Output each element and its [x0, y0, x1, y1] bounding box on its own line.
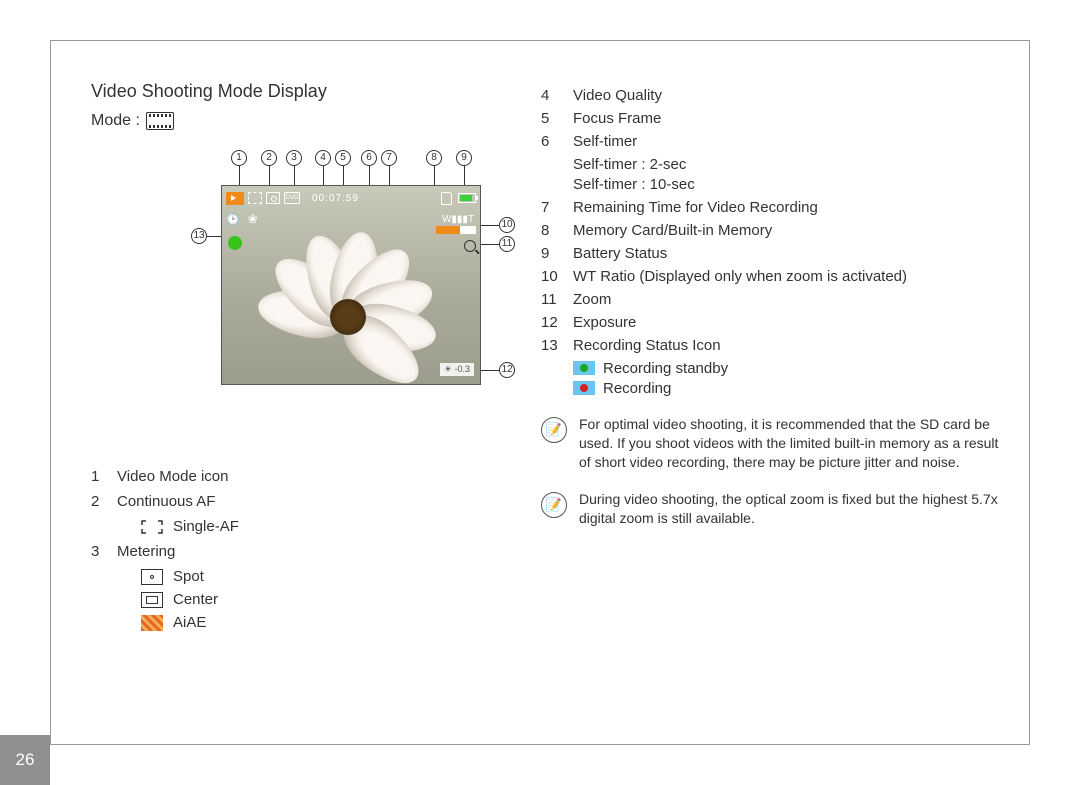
callout-4: 4 [315, 150, 331, 166]
legend-zoom: Zoom [573, 291, 611, 308]
callout-3: 3 [286, 150, 302, 166]
callout-11: 11 [499, 236, 515, 252]
recording-swatch [573, 381, 595, 395]
single-af-icon [141, 520, 163, 534]
legend-battery: Battery Status [573, 245, 667, 262]
legend-rec-status: Recording Status Icon [573, 337, 721, 354]
page-number: 26 [0, 735, 50, 785]
note-1-text: For optimal video shooting, it is recomm… [579, 415, 999, 472]
note-2-text: During video shooting, the optical zoom … [579, 490, 999, 528]
memory-card-icon [441, 192, 452, 205]
sample-photo [262, 221, 432, 371]
spot-metering-icon [141, 569, 163, 585]
self-timer-2sec: Self-timer : 2-sec [573, 156, 999, 173]
camera-screen: DVD 00:07:59 🕑 ❀ W▮▮▮T ☀ -0.3 [221, 185, 481, 385]
status-standby: Recording standby [603, 360, 728, 377]
callout-2: 2 [261, 150, 277, 166]
callout-6: 6 [361, 150, 377, 166]
left-legend: 1Video Mode icon 2Continuous AF Single-A… [91, 468, 481, 631]
self-timer-icon: 🕑 [226, 213, 240, 226]
display-diagram: 1 2 3 4 5 6 7 8 9 13 [91, 140, 471, 450]
callout-8: 8 [426, 150, 442, 166]
page-title: Video Shooting Mode Display [91, 81, 481, 102]
legend-center: Center [173, 591, 218, 608]
callout-5: 5 [335, 150, 351, 166]
wt-ratio-bar [436, 226, 476, 234]
movie-mode-icon [146, 112, 174, 130]
exposure-readout: ☀ -0.3 [440, 363, 474, 376]
self-timer-10sec: Self-timer : 10-sec [573, 176, 999, 193]
battery-icon [458, 193, 476, 203]
legend-wt-ratio: WT Ratio (Displayed only when zoom is ac… [573, 268, 907, 285]
left-column: Video Shooting Mode Display Mode : 1 2 3… [91, 81, 481, 637]
legend-remaining-time: Remaining Time for Video Recording [573, 199, 818, 216]
page-frame: Video Shooting Mode Display Mode : 1 2 3… [50, 40, 1030, 745]
standby-swatch [573, 361, 595, 375]
video-mode-icon [226, 192, 244, 205]
zoom-icon [464, 240, 476, 252]
recording-status-icon [228, 236, 242, 250]
aiae-metering-icon [141, 615, 163, 631]
video-quality-icon: DVD [284, 192, 300, 204]
legend-aiae: AiAE [173, 614, 206, 631]
legend-focus-frame: Focus Frame [573, 110, 661, 127]
legend-single-af: Single-AF [173, 518, 239, 535]
legend-metering: Metering [117, 543, 175, 560]
remaining-time: 00:07:59 [312, 193, 359, 204]
callout-9: 9 [456, 150, 472, 166]
callout-10: 10 [499, 217, 515, 233]
callout-12: 12 [499, 362, 515, 378]
callout-1: 1 [231, 150, 247, 166]
callout-13: 13 [191, 228, 207, 244]
legend-memory: Memory Card/Built-in Memory [573, 222, 772, 239]
status-recording: Recording [603, 380, 671, 397]
note-icon: 📝 [541, 417, 567, 443]
legend-video-mode: Video Mode icon [117, 468, 228, 485]
legend-continuous-af: Continuous AF [117, 493, 215, 510]
continuous-af-icon [248, 192, 262, 204]
focus-frame-icon: ❀ [248, 212, 258, 226]
legend-exposure: Exposure [573, 314, 636, 331]
center-metering-icon [141, 592, 163, 608]
note-zoom: 📝 During video shooting, the optical zoo… [541, 490, 999, 528]
legend-video-quality: Video Quality [573, 87, 662, 104]
legend-spot: Spot [173, 568, 204, 585]
right-column: 4Video Quality 5Focus Frame 6Self-timer … [541, 81, 999, 637]
metering-icon [266, 192, 280, 204]
note-sd-card: 📝 For optimal video shooting, it is reco… [541, 415, 999, 472]
legend-self-timer: Self-timer [573, 133, 637, 150]
note-icon: 📝 [541, 492, 567, 518]
callout-7: 7 [381, 150, 397, 166]
mode-line: Mode : [91, 112, 481, 130]
mode-label: Mode : [91, 112, 140, 130]
zoom-label: W▮▮▮T [442, 214, 474, 225]
